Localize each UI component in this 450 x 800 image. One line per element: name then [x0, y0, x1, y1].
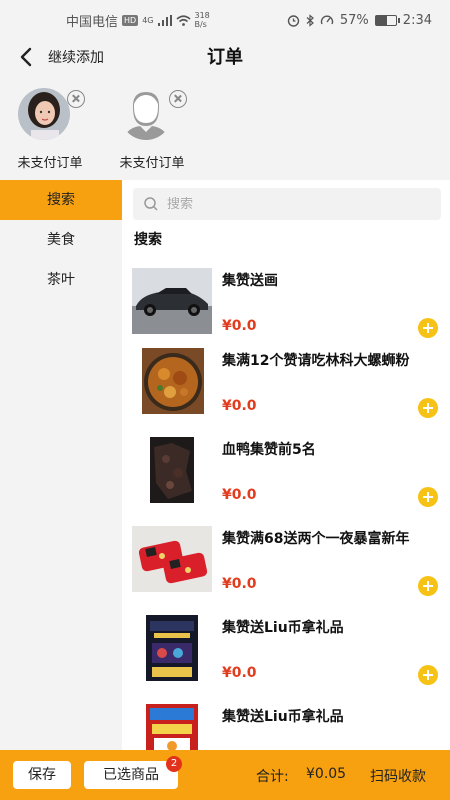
search-icon: [144, 197, 158, 211]
search-bar[interactable]: [133, 188, 441, 220]
product-name: 集赞送画: [222, 273, 278, 289]
signal-type: 4G: [142, 15, 154, 25]
product-item[interactable]: 集满12个赞请吃林科大螺蛳粉 ¥0.0: [122, 348, 450, 437]
product-price: ¥0.0: [222, 576, 257, 592]
phone-case-photo: [132, 526, 212, 592]
order-label: 未支付订单: [119, 156, 185, 171]
add-to-cart-icon[interactable]: [418, 665, 438, 685]
add-to-cart-icon[interactable]: [418, 576, 438, 596]
selected-count-badge: 2: [166, 756, 182, 772]
remove-order-icon[interactable]: [67, 90, 85, 108]
add-to-cart-icon[interactable]: [418, 318, 438, 338]
total-label: 合计:: [256, 769, 289, 785]
status-bar: 中国电信 HD 4G 318 B/s 57% 2:34: [0, 0, 450, 40]
product-name: 集赞送Liu币拿礼品: [222, 709, 344, 725]
product-price: ¥0.0: [222, 665, 257, 681]
battery-icon: [374, 14, 400, 26]
continue-add-button[interactable]: 继续添加: [48, 47, 104, 67]
alarm-icon: [287, 14, 300, 27]
order-label: 未支付订单: [17, 156, 83, 171]
hd-badge: HD: [122, 14, 139, 26]
scan-to-pay-button[interactable]: 扫码收款: [370, 766, 426, 786]
back-button[interactable]: [16, 44, 40, 70]
product-price: ¥0.0: [222, 398, 257, 414]
product-price: ¥0.0: [222, 318, 257, 334]
remove-order-icon[interactable]: [169, 90, 187, 108]
product-item[interactable]: 集赞满68送两个一夜暴富新年 ¥0.0: [122, 526, 450, 615]
order-card[interactable]: 未支付订单: [102, 84, 202, 176]
save-button[interactable]: 保存: [13, 761, 71, 789]
net-speed-unit: B/s: [194, 20, 207, 29]
battery-percent: 57%: [339, 12, 369, 28]
category-item-search[interactable]: 搜索: [0, 180, 122, 220]
bluetooth-icon: [306, 13, 314, 27]
net-speed: 318 B/s: [195, 11, 210, 29]
add-to-cart-icon[interactable]: [418, 487, 438, 507]
product-name: 血鸭集赞前5名: [222, 442, 316, 458]
clock: 2:34: [402, 12, 432, 28]
total-value: ¥0.05: [306, 766, 347, 782]
selected-items-button[interactable]: 已选商品: [84, 761, 178, 789]
header: 继续添加 订单: [0, 40, 450, 76]
back-arrow-icon: [20, 47, 32, 67]
category-item-food[interactable]: 美食: [0, 220, 122, 260]
product-item[interactable]: 血鸭集赞前5名 ¥0.0: [122, 437, 450, 526]
add-to-cart-icon[interactable]: [418, 398, 438, 418]
product-item[interactable]: 集赞送Liu币拿礼品 ¥0.0: [122, 615, 450, 704]
product-name: 集赞满68送两个一夜暴富新年: [222, 531, 410, 547]
default-user-avatar-icon: [120, 88, 172, 140]
duck-dish-photo: [132, 437, 212, 503]
order-page: 中国电信 HD 4G 318 B/s 57% 2:34 继续添加 订单 未支付订…: [0, 0, 450, 800]
signal-icon: [157, 14, 172, 26]
product-panel: 搜索 集赞送画 ¥0.0: [122, 180, 450, 750]
carrier-label: 中国电信: [66, 14, 119, 30]
status-right: 57% 2:34: [287, 13, 432, 28]
net-speed-value: 318: [194, 11, 210, 20]
car-photo: [132, 268, 212, 334]
category-item-tea[interactable]: 茶叶: [0, 260, 122, 300]
section-title: 搜索: [134, 232, 162, 248]
category-sidebar: 搜索 美食 茶叶: [0, 180, 122, 750]
product-price: ¥0.0: [222, 487, 257, 503]
product-name: 集满12个赞请吃林科大螺蛳粉: [222, 353, 410, 369]
status-left: 中国电信 HD 4G 318 B/s: [66, 11, 210, 30]
speed-gauge-icon: [320, 15, 334, 24]
poster-photo-2: [132, 704, 212, 750]
search-input[interactable]: [167, 196, 427, 212]
product-name: 集赞送Liu币拿礼品: [222, 620, 344, 636]
bottom-bar: 保存 已选商品 2 合计: ¥0.05 扫码收款: [0, 750, 450, 800]
order-list: 未支付订单 未支付订单: [0, 84, 450, 176]
product-item[interactable]: 集赞送画 ¥0.0: [122, 268, 450, 357]
photo-avatar-icon: [18, 88, 70, 140]
noodles-photo: [132, 348, 212, 414]
battery-level: [375, 15, 388, 25]
wifi-icon: [175, 14, 191, 26]
poster-photo: [132, 615, 212, 681]
product-item[interactable]: 集赞送Liu币拿礼品: [122, 704, 450, 750]
order-card[interactable]: 未支付订单: [0, 84, 100, 176]
